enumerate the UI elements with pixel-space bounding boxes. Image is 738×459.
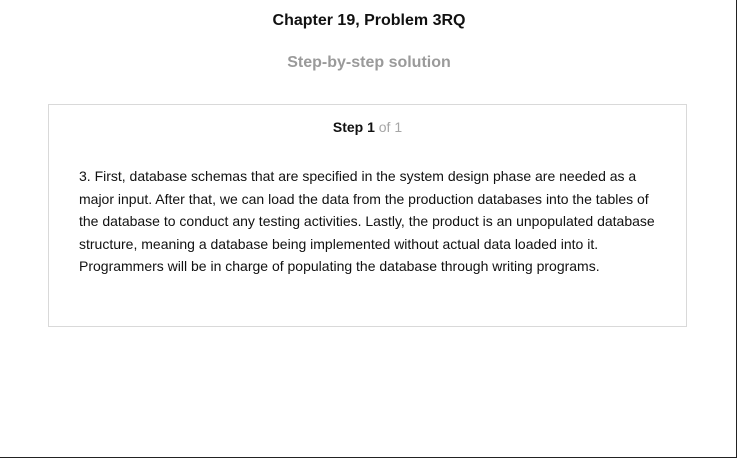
step-body-text: 3. First, database schemas that are spec…: [79, 168, 655, 274]
chapter-title: Chapter 19, Problem 3RQ: [272, 12, 466, 29]
solution-subtitle: Step-by-step solution: [287, 54, 451, 71]
step-header: Step 1 of 1: [49, 119, 686, 135]
step-card: Step 1 of 1 3. First, database schemas t…: [48, 104, 687, 327]
step-of-total: of 1: [378, 119, 403, 135]
step-label: Step 1: [332, 119, 375, 135]
